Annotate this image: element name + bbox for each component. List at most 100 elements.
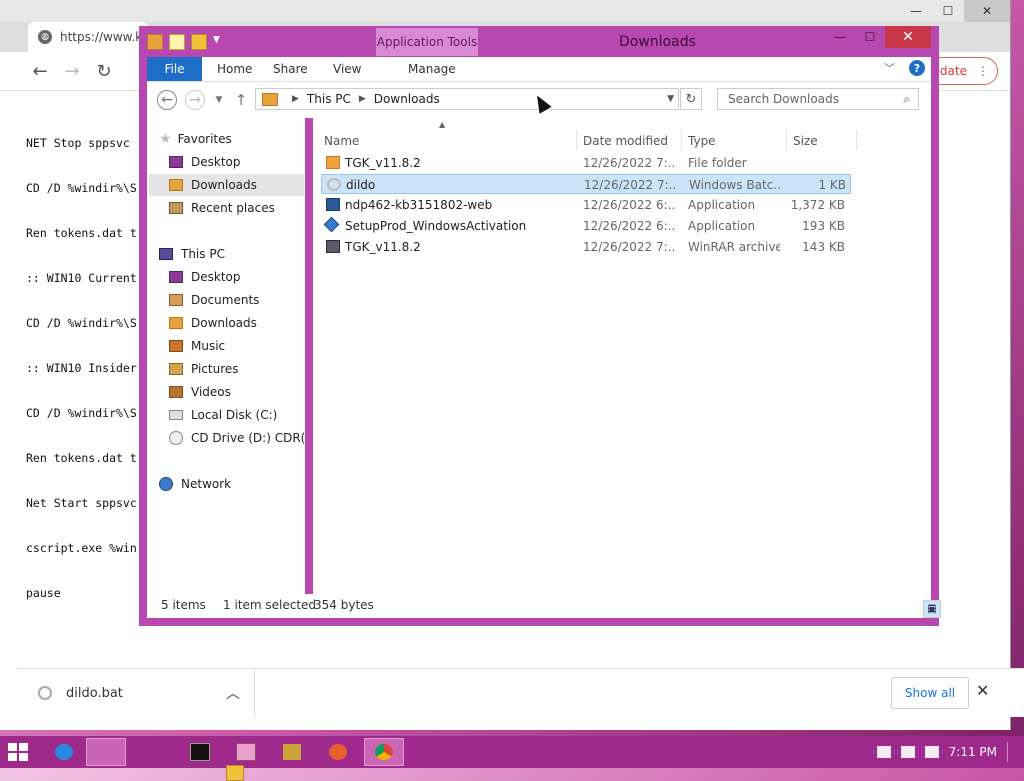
tab-home[interactable]: Home <box>217 57 252 81</box>
nav-label: CD Drive (D:) CDR( <box>191 431 305 445</box>
search-input[interactable]: Search Downloads ⌕ <box>717 88 919 110</box>
close-shelf-icon[interactable]: ✕ <box>976 681 989 700</box>
clock[interactable]: 7:11 PM <box>949 745 997 759</box>
browser-titlebar: — ☐ ✕ <box>0 0 1010 22</box>
network-icon[interactable] <box>900 746 915 758</box>
back-arrow-icon[interactable]: ← <box>157 90 177 110</box>
script-line: CD /D %windir%\S <box>26 316 137 330</box>
reload-icon[interactable]: ↻ <box>94 61 114 82</box>
new-folder-icon[interactable] <box>191 34 207 50</box>
recent-locations-icon[interactable]: ▼ <box>209 90 229 110</box>
forward-arrow-icon[interactable]: → <box>62 61 82 82</box>
tab-view[interactable]: View <box>333 57 361 81</box>
file-size: 1,372 KB <box>790 198 845 212</box>
file-row-selected[interactable]: dildo 12/26/2022 7:... Windows Batc... 1… <box>321 174 851 194</box>
chevron-up-icon[interactable]: ︿ <box>226 683 240 703</box>
browser-tab[interactable]: ◍ https://www.k <box>28 22 148 52</box>
taskbar-internet-explorer[interactable] <box>44 738 84 766</box>
file-date: 12/26/2022 7:... <box>584 178 676 192</box>
minimize-icon[interactable]: — <box>900 0 932 22</box>
tab-url: https://www.k <box>60 30 143 44</box>
explorer-titlebar: ▼ Application Tools Downloads — ☐ ✕ <box>139 26 939 56</box>
script-line: Net Start sppsvc <box>26 496 137 510</box>
nav-item-recent-places[interactable]: Recent places <box>169 197 305 219</box>
search-icon[interactable]: ⌕ <box>903 92 910 107</box>
back-arrow-icon[interactable]: ← <box>30 61 50 82</box>
nav-item-local-disk[interactable]: Local Disk (C:) <box>169 404 305 426</box>
column-header-date-modified[interactable]: Date modified <box>583 132 668 150</box>
close-icon[interactable]: ✕ <box>885 26 931 48</box>
file-icon <box>38 686 52 700</box>
taskbar-command-prompt[interactable] <box>180 738 220 766</box>
column-divider[interactable] <box>786 130 787 150</box>
breadcrumb-this-pc[interactable]: This PC <box>307 92 351 106</box>
breadcrumb-separator-icon[interactable]: ▶ <box>359 94 366 104</box>
refresh-icon[interactable]: ↻ <box>680 88 702 110</box>
close-icon[interactable]: ✕ <box>964 0 1010 22</box>
show-all-button[interactable]: Show all <box>891 677 969 709</box>
file-row[interactable]: TGK_v11.8.2 12/26/2022 7:... WinRAR arch… <box>321 237 851 257</box>
tab-manage[interactable]: Manage <box>408 57 456 81</box>
application-tools-context-tab: Application Tools <box>376 28 478 56</box>
nav-item-desktop[interactable]: Desktop <box>169 151 305 173</box>
dropdown-icon[interactable]: ▼ <box>213 35 220 49</box>
column-divider[interactable] <box>856 130 857 150</box>
nav-label: Desktop <box>191 155 241 169</box>
script-line: :: WIN10 Current <box>26 271 137 285</box>
nav-item-desktop[interactable]: Desktop <box>169 266 305 288</box>
taskbar-chrome[interactable] <box>364 738 404 766</box>
column-header-type[interactable]: Type <box>688 132 716 150</box>
folder-icon[interactable] <box>147 34 163 50</box>
column-divider[interactable] <box>576 130 577 150</box>
minimize-icon[interactable]: — <box>825 26 855 48</box>
address-dropdown-icon[interactable]: ▼ <box>667 94 674 104</box>
nav-item-music[interactable]: Music <box>169 335 305 357</box>
properties-icon[interactable] <box>169 34 185 50</box>
address-bar[interactable]: ▶ This PC ▶ Downloads ▼ <box>255 88 679 110</box>
breadcrumb-downloads[interactable]: Downloads <box>374 92 440 106</box>
nav-this-pc[interactable]: This PC <box>159 243 305 265</box>
help-icon[interactable]: ? <box>909 60 925 76</box>
forward-arrow-icon[interactable]: → <box>185 90 205 110</box>
nav-item-documents[interactable]: Documents <box>169 289 305 311</box>
download-shelf: dildo.bat ︿ Show all ✕ <box>18 668 1024 717</box>
download-item[interactable]: dildo.bat ︿ <box>18 669 255 717</box>
nav-item-downloads[interactable]: Downloads <box>169 312 305 334</box>
file-row[interactable]: TGK_v11.8.2 12/26/2022 7:... File folder <box>321 153 851 173</box>
file-name: SetupProd_WindowsActivation <box>345 219 527 233</box>
taskbar: 7:11 PM <box>0 736 1024 781</box>
maximize-icon[interactable]: ☐ <box>855 26 885 48</box>
nav-network[interactable]: Network <box>159 473 305 495</box>
nav-favorites[interactable]: ★ Favorites <box>159 128 305 150</box>
flag-icon[interactable] <box>876 746 891 758</box>
nav-item-cd-drive[interactable]: CD Drive (D:) CDR( <box>169 427 305 449</box>
nav-item-downloads[interactable]: Downloads <box>149 174 304 196</box>
tab-share[interactable]: Share <box>273 57 308 81</box>
large-icons-view-icon[interactable]: ▣ <box>923 600 941 618</box>
taskbar-file-explorer[interactable] <box>86 738 244 781</box>
file-row[interactable]: SetupProd_WindowsActivation 12/26/2022 6… <box>321 216 851 236</box>
column-header-name[interactable]: Name <box>324 132 359 150</box>
file-row[interactable]: ndp462-kb3151802-web 12/26/2022 6:... Ap… <box>321 195 851 215</box>
column-divider[interactable] <box>681 130 682 150</box>
breadcrumb-separator-icon[interactable]: ▶ <box>292 94 299 104</box>
taskbar-app-mustard[interactable] <box>272 738 312 766</box>
internet-explorer-icon <box>55 744 73 760</box>
windows-start-icon[interactable] <box>8 743 28 761</box>
nav-item-videos[interactable]: Videos <box>169 381 305 403</box>
taskbar-firefox[interactable] <box>318 738 358 766</box>
nav-item-pictures[interactable]: Pictures <box>169 358 305 380</box>
script-line: Ren tokens.dat t <box>26 451 137 465</box>
chevron-down-icon[interactable]: ﹀ <box>884 60 895 76</box>
selection-size: 354 bytes <box>314 598 374 612</box>
up-arrow-icon[interactable]: ↑ <box>231 90 251 110</box>
music-icon <box>169 340 183 352</box>
taskbar-app-pink[interactable] <box>226 738 266 766</box>
column-header-size[interactable]: Size <box>793 132 818 150</box>
show-desktop-button[interactable] <box>1007 742 1014 762</box>
volume-icon[interactable] <box>924 746 939 758</box>
file-type: Application <box>688 198 756 212</box>
file-explorer-window: ▼ Application Tools Downloads — ☐ ✕ File… <box>139 26 941 626</box>
maximize-icon[interactable]: ☐ <box>932 0 964 22</box>
tab-file[interactable]: File <box>147 57 202 81</box>
